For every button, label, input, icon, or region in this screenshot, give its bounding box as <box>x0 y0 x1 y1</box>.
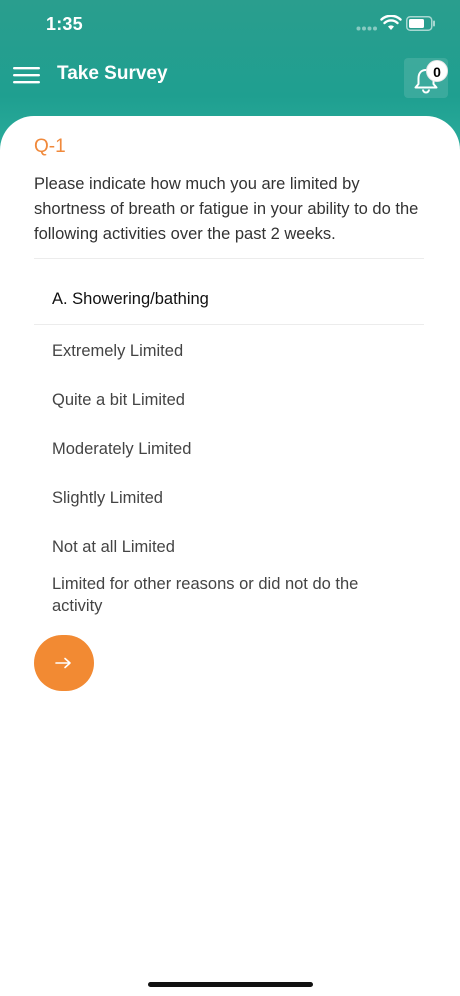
option-quite-a-bit-limited[interactable]: Quite a bit Limited <box>52 389 392 411</box>
status-bar: 1:35 <box>0 0 460 50</box>
option-slightly-limited[interactable]: Slightly Limited <box>52 487 392 509</box>
option-extremely-limited[interactable]: Extremely Limited <box>52 340 392 362</box>
option-moderately-limited[interactable]: Moderately Limited <box>52 438 392 460</box>
next-button[interactable] <box>34 635 94 691</box>
option-limited-other-reasons[interactable]: Limited for other reasons or did not do … <box>52 573 372 617</box>
status-time: 1:35 <box>46 14 83 34</box>
navigation-bar: Take Survey 0 <box>0 50 460 100</box>
question-number: Q-1 <box>34 136 66 157</box>
battery-icon <box>406 16 435 31</box>
sub-question-label: A. Showering/bathing <box>52 290 209 308</box>
option-not-at-all-limited[interactable]: Not at all Limited <box>52 536 392 558</box>
arrow-right-icon <box>55 657 71 669</box>
menu-button[interactable] <box>12 62 42 88</box>
cellular-signal-icon <box>356 26 377 31</box>
home-indicator <box>148 982 313 987</box>
page-title: Take Survey <box>57 63 168 84</box>
hamburger-menu-icon <box>13 67 40 84</box>
divider <box>34 258 424 259</box>
wifi-icon <box>380 15 402 30</box>
survey-card: Q-1 Please indicate how much you are lim… <box>0 116 460 996</box>
question-text: Please indicate how much you are limited… <box>34 175 419 243</box>
notification-badge: 0 <box>426 60 448 82</box>
divider <box>34 324 424 325</box>
